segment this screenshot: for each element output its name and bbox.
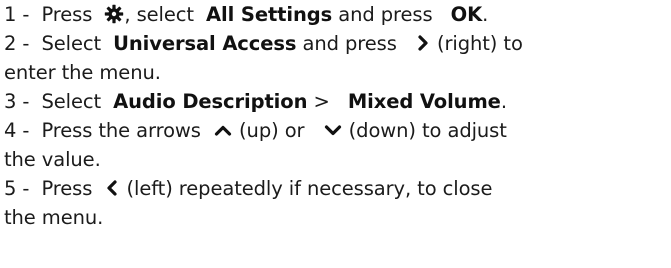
step-5: 5 - Press (left) repeatedly if necessary… [4, 174, 668, 203]
step-text: the value. [4, 148, 101, 171]
step-text: Select [41, 90, 102, 113]
step-text: Select [41, 32, 102, 55]
step-text: . [500, 90, 507, 113]
step-text: Press the arrows [41, 119, 201, 142]
chevron-left-icon [104, 179, 120, 197]
gear-icon [104, 4, 124, 24]
step-4-continued: the value. [4, 145, 668, 174]
step-text: and press [338, 3, 433, 26]
step-1: 1 - Press , select All Settings and pres… [4, 0, 668, 29]
step-2-continued: enter the menu. [4, 58, 668, 87]
step-number: 3 - [4, 90, 30, 113]
step-text: (right) to [436, 32, 523, 55]
step-text: enter the menu. [4, 61, 161, 84]
menu-term-mixed-volume: Mixed Volume [347, 90, 501, 113]
step-text: Press [41, 177, 93, 200]
step-text: and press [302, 32, 397, 55]
step-5-continued: the menu. [4, 203, 668, 232]
step-text: . [482, 3, 489, 26]
step-3: 3 - Select Audio Description > Mixed Vol… [4, 87, 668, 116]
step-number: 1 - [4, 3, 30, 26]
step-text: the menu. [4, 206, 104, 229]
step-4: 4 - Press the arrows (up) or (down) to a… [4, 116, 668, 145]
step-text: (up) or [239, 119, 305, 142]
chevron-down-icon [323, 122, 343, 138]
step-number: 5 - [4, 177, 30, 200]
step-text: Press [41, 3, 93, 26]
chevron-up-icon [213, 122, 233, 138]
step-number: 4 - [4, 119, 30, 142]
step-text: (left) repeatedly if necessary, to close [126, 177, 493, 200]
button-term-ok: OK [450, 3, 483, 26]
chevron-right-icon [415, 34, 431, 52]
step-text: > [313, 90, 330, 113]
instructions: 1 - Press , select All Settings and pres… [4, 0, 668, 232]
menu-term-universal-access: Universal Access [113, 32, 297, 55]
step-2: 2 - Select Universal Access and press (r… [4, 29, 668, 58]
menu-term-audio-description: Audio Description [113, 90, 308, 113]
step-number: 2 - [4, 32, 30, 55]
step-text: , select [124, 3, 194, 26]
menu-term-all-settings: All Settings [206, 3, 333, 26]
step-text: (down) to adjust [348, 119, 507, 142]
